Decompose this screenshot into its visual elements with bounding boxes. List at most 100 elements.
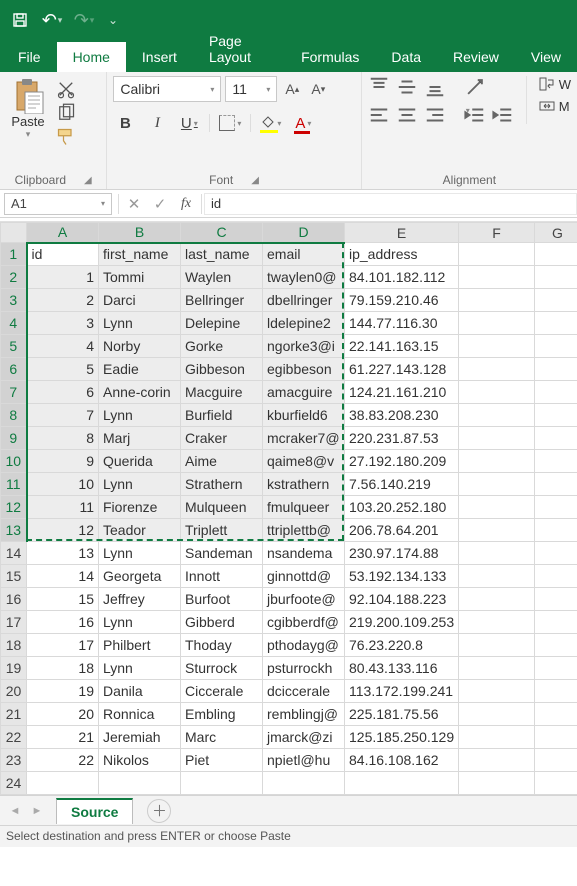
cell[interactable]: ttriplettb@: [263, 519, 345, 542]
cell[interactable]: 11: [27, 496, 99, 519]
cell[interactable]: 15: [27, 588, 99, 611]
cell[interactable]: 9: [27, 450, 99, 473]
cell[interactable]: [535, 496, 577, 519]
merge-center-button[interactable]: M: [539, 98, 571, 114]
row-header[interactable]: 14: [1, 542, 27, 565]
cell[interactable]: 19: [27, 680, 99, 703]
cell[interactable]: remblingj@: [263, 703, 345, 726]
cell[interactable]: Waylen: [181, 266, 263, 289]
row-header[interactable]: 17: [1, 611, 27, 634]
cell[interactable]: [459, 726, 535, 749]
col-header[interactable]: F: [459, 223, 535, 243]
cell[interactable]: 219.200.109.253: [345, 611, 459, 634]
cell[interactable]: [535, 312, 577, 335]
fill-color-button[interactable]: ▾: [259, 112, 283, 134]
tab-home[interactable]: Home: [57, 42, 126, 72]
cell[interactable]: 7: [27, 404, 99, 427]
cell[interactable]: Jeffrey: [99, 588, 181, 611]
cell[interactable]: [535, 473, 577, 496]
worksheet-grid[interactable]: ABCDEFG1idfirst_namelast_nameemailip_add…: [0, 222, 577, 795]
cell[interactable]: Sturrock: [181, 657, 263, 680]
italic-button[interactable]: I: [145, 112, 169, 134]
cell[interactable]: 17: [27, 634, 99, 657]
cell[interactable]: [535, 450, 577, 473]
paste-button[interactable]: Paste ▾: [6, 76, 50, 146]
cell[interactable]: [459, 565, 535, 588]
cell[interactable]: [459, 289, 535, 312]
row-header[interactable]: 10: [1, 450, 27, 473]
align-bottom-icon[interactable]: [424, 76, 446, 96]
cell[interactable]: Lynn: [99, 404, 181, 427]
font-size-combo[interactable]: 11▾: [225, 76, 277, 102]
cell[interactable]: [459, 657, 535, 680]
cell[interactable]: [459, 588, 535, 611]
cell[interactable]: [535, 703, 577, 726]
cell[interactable]: 12: [27, 519, 99, 542]
cell[interactable]: Mulqueen: [181, 496, 263, 519]
save-icon[interactable]: [6, 6, 34, 34]
new-sheet-button[interactable]: ＋: [147, 799, 171, 823]
cell[interactable]: Bellringer: [181, 289, 263, 312]
row-header[interactable]: 22: [1, 726, 27, 749]
cell[interactable]: kstrathern: [263, 473, 345, 496]
font-color-button[interactable]: A▾: [291, 112, 315, 134]
row-header[interactable]: 2: [1, 266, 27, 289]
increase-font-icon[interactable]: A▴: [281, 78, 303, 100]
tab-review[interactable]: Review: [437, 42, 515, 72]
cell[interactable]: id: [27, 243, 99, 266]
cell[interactable]: dciccerale: [263, 680, 345, 703]
cell[interactable]: [535, 542, 577, 565]
cell[interactable]: 230.97.174.88: [345, 542, 459, 565]
borders-button[interactable]: ▾: [218, 112, 242, 134]
sheet-tab-source[interactable]: Source: [56, 798, 133, 824]
cell[interactable]: egibbeson: [263, 358, 345, 381]
row-header[interactable]: 8: [1, 404, 27, 427]
copy-icon[interactable]: [56, 104, 76, 122]
row-header[interactable]: 3: [1, 289, 27, 312]
cell[interactable]: 8: [27, 427, 99, 450]
cell[interactable]: [535, 381, 577, 404]
cell[interactable]: Norby: [99, 335, 181, 358]
formula-input[interactable]: id: [204, 193, 577, 215]
row-header[interactable]: 4: [1, 312, 27, 335]
cell[interactable]: [459, 427, 535, 450]
orientation-icon[interactable]: ▾: [464, 76, 486, 96]
cell[interactable]: [535, 657, 577, 680]
tab-insert[interactable]: Insert: [126, 42, 193, 72]
cell[interactable]: Burfoot: [181, 588, 263, 611]
decrease-font-icon[interactable]: A▾: [307, 78, 329, 100]
cell[interactable]: [535, 611, 577, 634]
tab-page-layout[interactable]: Page Layout: [193, 26, 285, 72]
cell[interactable]: ngorke3@i: [263, 335, 345, 358]
cell[interactable]: Gibberd: [181, 611, 263, 634]
cell[interactable]: ldelepine2: [263, 312, 345, 335]
row-header[interactable]: 5: [1, 335, 27, 358]
cell[interactable]: Teador: [99, 519, 181, 542]
cell[interactable]: Danila: [99, 680, 181, 703]
font-name-combo[interactable]: Calibri▾: [113, 76, 221, 102]
cell[interactable]: jburfoote@: [263, 588, 345, 611]
cell[interactable]: [535, 335, 577, 358]
cell[interactable]: Lynn: [99, 611, 181, 634]
align-center-icon[interactable]: [396, 104, 418, 124]
cell[interactable]: email: [263, 243, 345, 266]
cell[interactable]: [459, 473, 535, 496]
cell[interactable]: 21: [27, 726, 99, 749]
cell[interactable]: 22: [27, 749, 99, 772]
cell[interactable]: Eadie: [99, 358, 181, 381]
cell[interactable]: nsandema: [263, 542, 345, 565]
col-header[interactable]: A: [27, 223, 99, 243]
row-header[interactable]: 20: [1, 680, 27, 703]
cell[interactable]: 4: [27, 335, 99, 358]
cell[interactable]: [345, 772, 459, 795]
clipboard-dialog-icon[interactable]: ◢: [84, 175, 92, 186]
cell[interactable]: [99, 772, 181, 795]
undo-button[interactable]: ↶▾: [38, 6, 66, 34]
cell[interactable]: [535, 289, 577, 312]
row-header[interactable]: 7: [1, 381, 27, 404]
cell[interactable]: [535, 749, 577, 772]
cell[interactable]: [535, 726, 577, 749]
cell[interactable]: qaime8@v: [263, 450, 345, 473]
cell[interactable]: ip_address: [345, 243, 459, 266]
align-left-icon[interactable]: [368, 104, 390, 124]
